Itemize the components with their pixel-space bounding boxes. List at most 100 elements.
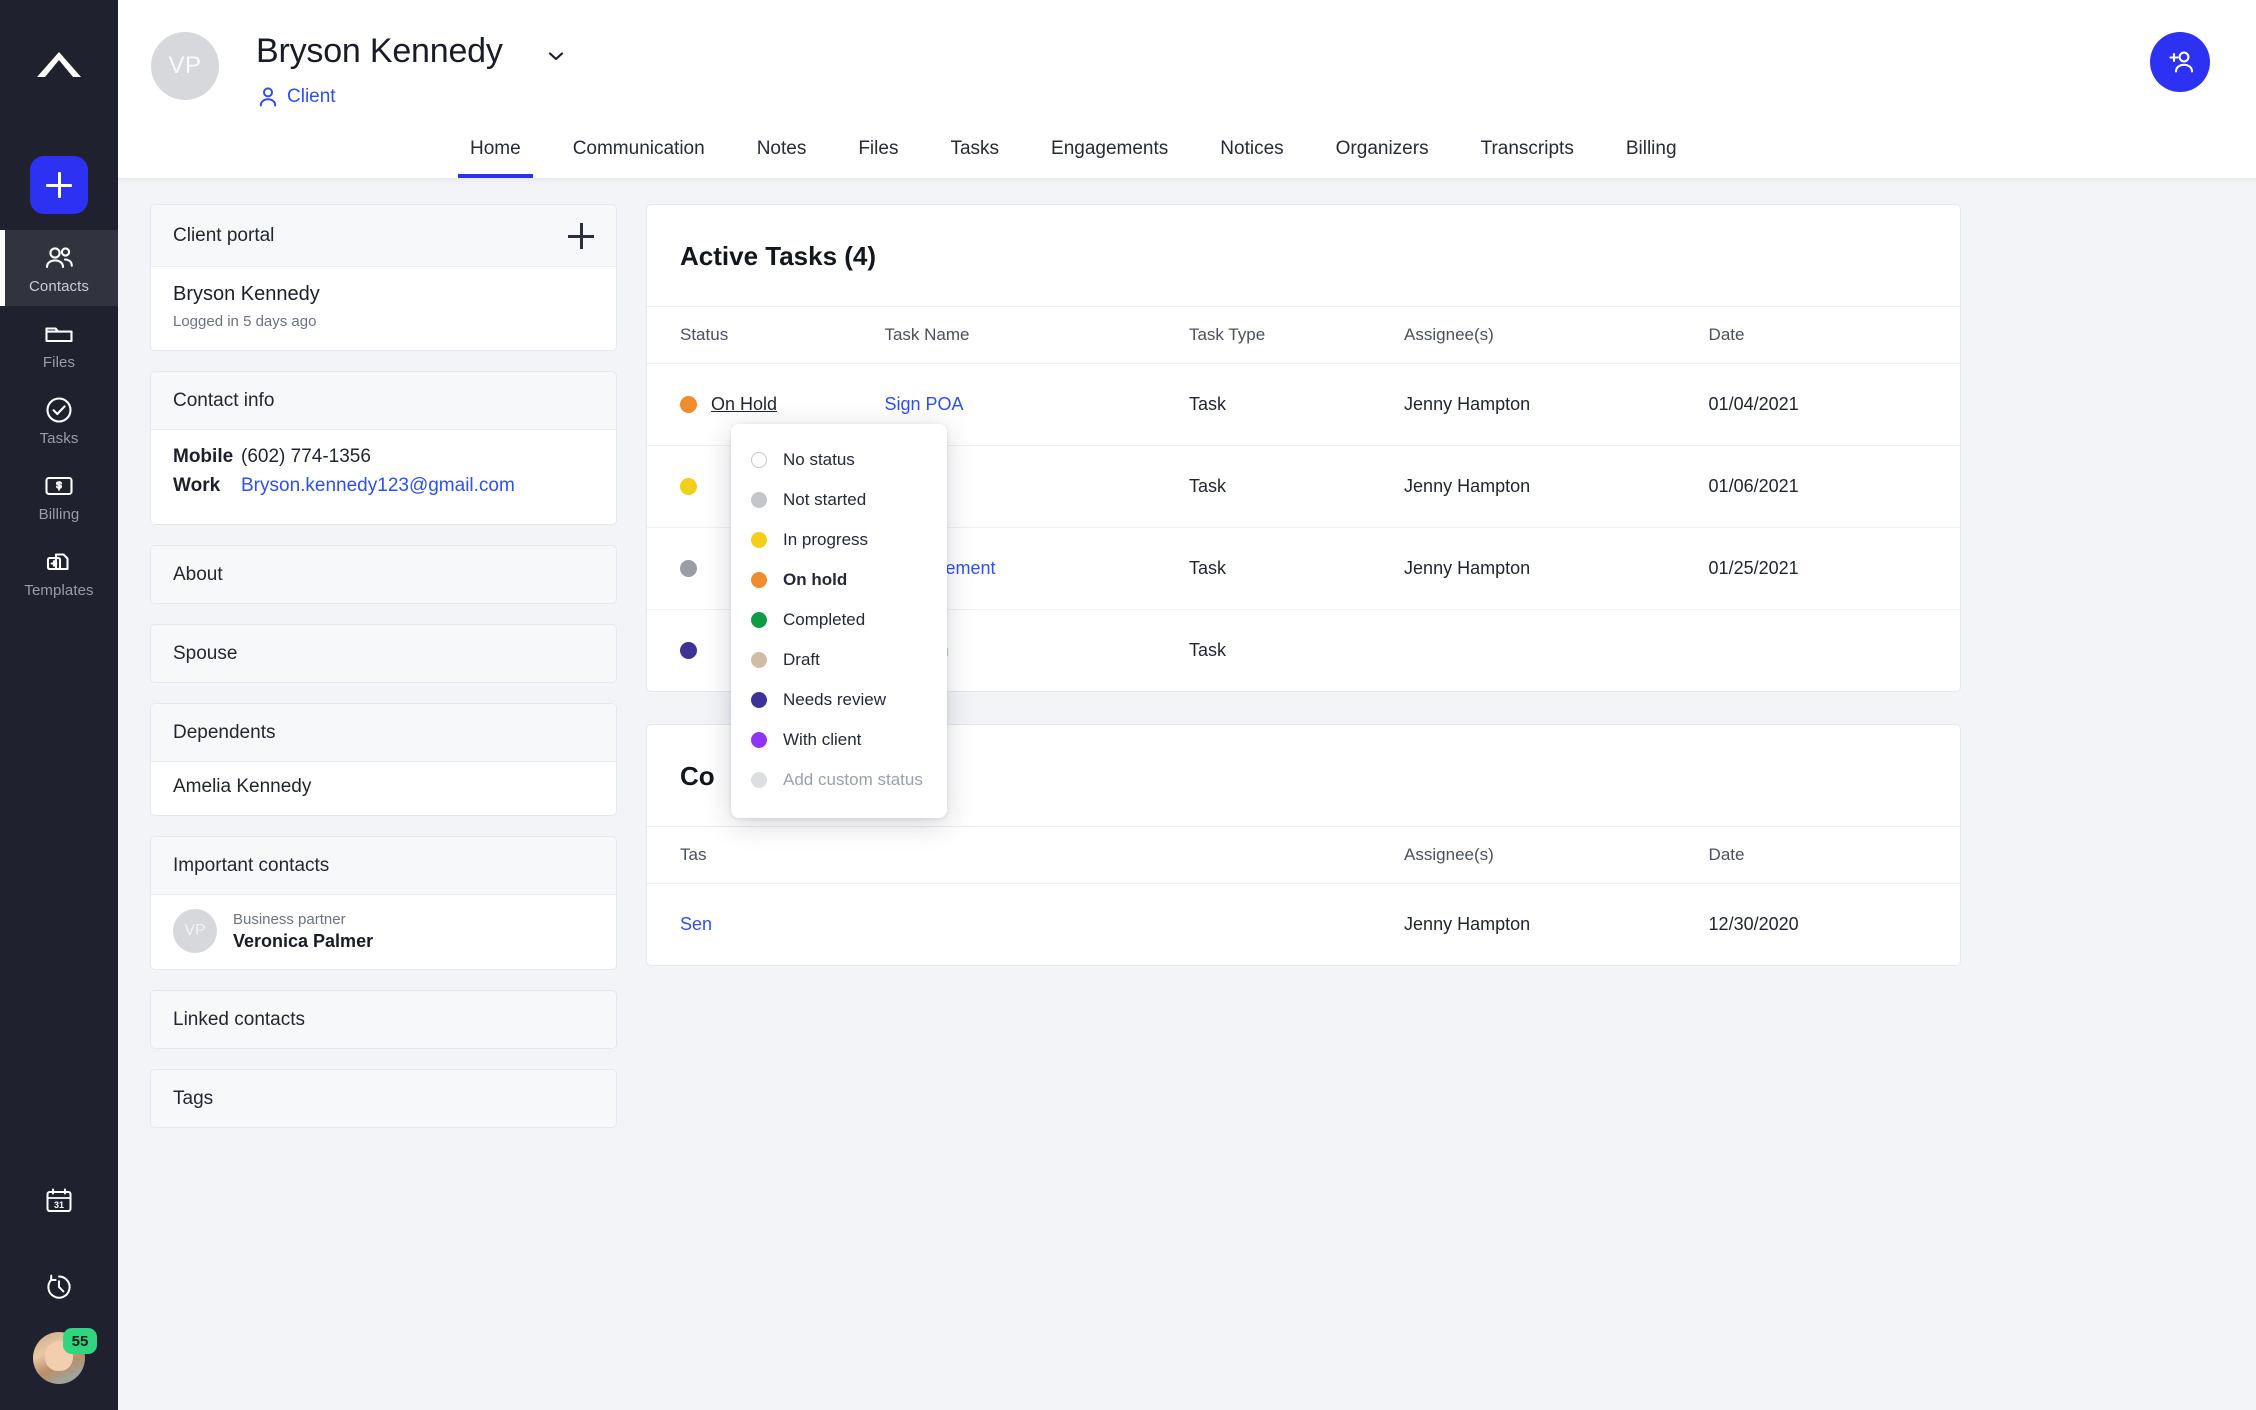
field-label: Work — [173, 475, 221, 496]
status-option-with-client[interactable]: With client — [731, 720, 947, 760]
contact-info-header: Contact info — [151, 372, 616, 430]
dollar-card-icon — [43, 471, 75, 501]
add-user-icon — [2169, 51, 2194, 73]
completed-tasks-table: Tas Assignee(s) Date Sen Jenny Hampton 1… — [647, 826, 1960, 965]
tab-tasks[interactable]: Tasks — [950, 138, 999, 178]
contact-name: Veronica Palmer — [233, 930, 374, 951]
create-new-button[interactable] — [30, 156, 88, 214]
about-title: About — [173, 564, 223, 585]
status-option-no-status[interactable]: No status — [731, 440, 947, 480]
app-root: Contacts Files Tasks Billing Templates 3… — [0, 0, 2256, 1410]
column-header-tasktype: Task Type — [1188, 306, 1405, 364]
tab-notices[interactable]: Notices — [1220, 138, 1283, 178]
plus-icon[interactable] — [568, 223, 594, 249]
contact-avatar: VP — [151, 32, 219, 100]
linked-contacts-card[interactable]: Linked contacts — [150, 990, 617, 1049]
active-tasks-title: Active Tasks (4) — [680, 241, 877, 271]
tags-card[interactable]: Tags — [150, 1069, 617, 1128]
sidebar-item-files[interactable]: Files — [0, 306, 118, 382]
list-item[interactable]: VP Business partner Veronica Palmer — [151, 895, 616, 969]
status-dot-icon — [751, 692, 767, 708]
status-dot-icon — [680, 642, 697, 659]
tab-communication[interactable]: Communication — [573, 138, 705, 178]
sidebar-item-label: Contacts — [29, 278, 89, 295]
status-badge[interactable]: On Hold — [680, 394, 874, 415]
tags-header: Tags — [151, 1070, 616, 1127]
task-date — [1709, 610, 1960, 692]
contact-switcher-button[interactable] — [545, 45, 567, 67]
sidebar-item-billing[interactable]: Billing — [0, 458, 118, 534]
tab-home[interactable]: Home — [458, 138, 533, 178]
tab-transcripts[interactable]: Transcripts — [1481, 138, 1574, 178]
field-label: Mobile — [173, 446, 234, 467]
list-item[interactable]: Amelia Kennedy — [151, 762, 616, 815]
status-option-needs-review[interactable]: Needs review — [731, 680, 947, 720]
status-dot-icon — [751, 492, 767, 508]
status-dot-icon — [751, 652, 767, 668]
task-assignee — [1404, 610, 1709, 692]
status-option-in-progress[interactable]: In progress — [731, 520, 947, 560]
status-option-draft[interactable]: Draft — [731, 640, 947, 680]
status-option-not-started[interactable]: Not started — [731, 480, 947, 520]
task-name-link[interactable]: Sen — [680, 914, 712, 934]
task-assignee: Jenny Hampton — [1404, 914, 1531, 934]
sidebar-item-templates[interactable]: Templates — [0, 534, 118, 610]
task-name-link[interactable]: Sign POA — [884, 394, 963, 414]
task-date: 12/30/2020 — [1708, 914, 1799, 934]
about-header: About — [151, 546, 616, 603]
contact-info-row: Mobile (602) 774-1356 — [173, 446, 594, 468]
contact-info-title: Contact info — [173, 390, 275, 411]
avatar: VP — [173, 909, 217, 953]
spouse-header: Spouse — [151, 625, 616, 682]
add-contact-button[interactable] — [2150, 32, 2210, 92]
user-avatar-button[interactable]: 55 — [33, 1328, 97, 1384]
sidebar-item-tasks[interactable]: Tasks — [0, 382, 118, 458]
task-date: 01/25/2021 — [1708, 527, 1960, 610]
tab-engagements[interactable]: Engagements — [1051, 138, 1168, 178]
contact-role-label: Client — [287, 86, 336, 107]
column-header-blank — [884, 826, 1189, 884]
calendar-31-icon: 31 — [44, 1187, 74, 1220]
email-link[interactable]: Bryson.kennedy123@gmail.com — [241, 475, 515, 497]
rail-bottom-group: 31 55 — [0, 1160, 118, 1410]
status-dot-icon — [751, 572, 767, 588]
sidebar-item-label: Templates — [24, 582, 94, 599]
status-dot-icon — [751, 772, 767, 788]
templates-icon — [43, 547, 75, 577]
spouse-title: Spouse — [173, 643, 238, 664]
svg-text:31: 31 — [54, 1200, 64, 1210]
contact-relation: Business partner — [233, 910, 346, 928]
contact-detail-sidebar: Client portal Bryson Kennedy Logged in 5… — [150, 204, 617, 1148]
column-header-taskname: Task Name — [884, 306, 1189, 364]
status-option-on-hold[interactable]: On hold — [731, 560, 947, 600]
sidebar-item-contacts[interactable]: Contacts — [0, 230, 118, 306]
linked-contacts-title: Linked contacts — [173, 1009, 306, 1030]
status-option-add-custom[interactable]: Add custom status — [731, 760, 947, 800]
about-card[interactable]: About — [150, 545, 617, 604]
column-header-assignee: Assignee(s) — [1404, 826, 1709, 884]
plus-icon — [46, 172, 72, 198]
contact-role[interactable]: Client — [258, 86, 336, 108]
linked-contacts-header: Linked contacts — [151, 991, 616, 1048]
important-contacts-card: Important contacts VP Business partner V… — [150, 836, 617, 970]
tab-files[interactable]: Files — [858, 138, 898, 178]
task-date: 01/04/2021 — [1708, 363, 1960, 446]
task-assignee: Jenny Hampton — [1404, 527, 1709, 610]
field-value: (602) 774-1356 — [241, 446, 371, 467]
table-header-row: Tas Assignee(s) Date — [647, 826, 1960, 884]
tab-organizers[interactable]: Organizers — [1336, 138, 1429, 178]
spouse-card[interactable]: Spouse — [150, 624, 617, 683]
tab-notes[interactable]: Notes — [757, 138, 807, 178]
tab-billing[interactable]: Billing — [1626, 138, 1677, 178]
calendar-button[interactable]: 31 — [0, 1160, 118, 1246]
column-header-date: Date — [1708, 826, 1960, 884]
dependents-title: Dependents — [173, 722, 276, 743]
status-option-label: In progress — [783, 530, 869, 549]
contact-info-row: Work Bryson.kennedy123@gmail.com — [173, 475, 594, 497]
time-tracker-button[interactable] — [0, 1246, 118, 1332]
status-option-label: Draft — [783, 650, 820, 669]
status-option-completed[interactable]: Completed — [731, 600, 947, 640]
portal-user-name: Bryson Kennedy — [173, 283, 320, 305]
status-dot-icon — [680, 396, 697, 413]
task-type: Task — [1188, 640, 1226, 660]
